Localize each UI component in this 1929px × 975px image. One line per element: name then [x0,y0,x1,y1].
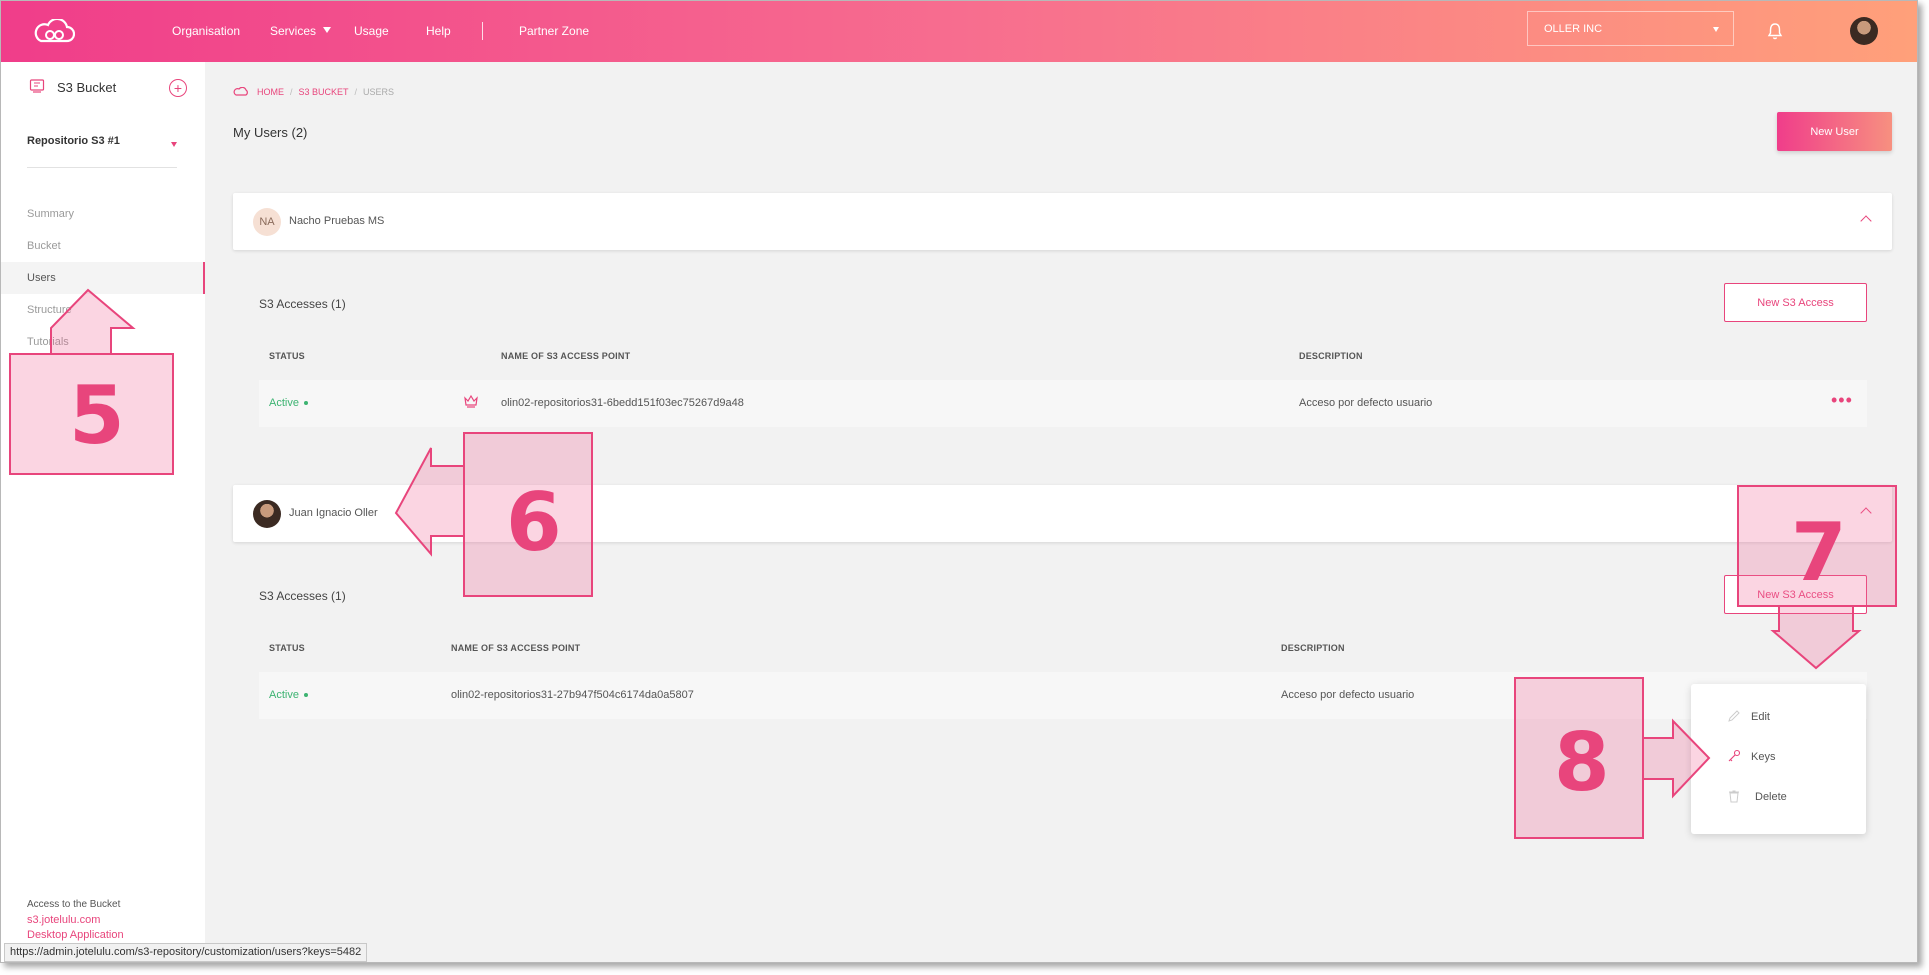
browser-status-url: https://admin.jotelulu.com/s3-repository… [4,943,368,962]
sidebar-title: S3 Bucket [57,80,117,95]
column-header-description: DESCRIPTION [1299,351,1363,361]
user-initials-avatar: NA [253,208,281,236]
repository-select[interactable]: Repositorio S3 #1 [27,135,120,147]
sidebar-item-users[interactable]: Users [27,272,56,284]
services-chevron-down-icon[interactable] [323,27,331,33]
breadcrumb-s3-bucket[interactable]: S3 BUCKET [299,87,349,97]
column-header-name: NAME OF S3 ACCESS POINT [501,351,631,361]
status-active: Active [269,689,308,701]
edit-icon [1728,710,1740,722]
access-description: Acceso por defecto usuario [1299,397,1433,409]
cloud-logo-icon[interactable] [31,19,75,45]
callout-number-7: 7 [1791,506,1847,599]
access-point-name: olin02-repositorios31-6bedd151f03ec75267… [501,397,744,409]
add-icon[interactable]: + [169,79,187,97]
column-header-status: STATUS [269,351,305,361]
breadcrumb-home[interactable]: HOME [257,87,284,97]
user-card[interactable]: Juan Ignacio Oller [233,485,1892,542]
nav-organisation[interactable]: Organisation [172,24,240,38]
app-window: Organisation Services Usage Help Partner… [0,0,1918,963]
callout-number-8: 8 [1554,716,1610,809]
user-name: Nacho Pruebas MS [289,215,385,227]
table-row[interactable]: Active olin02-repositorios31-27b947f504c… [259,672,1867,719]
new-user-button[interactable]: New User [1777,112,1892,151]
key-icon [1728,749,1741,762]
table-row[interactable]: Active olin02-repositorios31-6bedd151f03… [259,380,1867,427]
nav-help[interactable]: Help [426,24,451,38]
sidebar-item-structure[interactable]: Structure [27,304,72,316]
chevron-up-icon[interactable] [1860,215,1872,227]
more-options-icon[interactable]: ••• [1831,391,1853,409]
top-navigation-bar: Organisation Services Usage Help Partner… [1,1,1917,62]
nav-partner-zone[interactable]: Partner Zone [519,24,589,38]
chevron-up-icon[interactable] [1860,507,1872,519]
column-header-description: DESCRIPTION [1281,643,1345,653]
organisation-select-value: OLLER INC [1544,23,1603,35]
desktop-app-link[interactable]: Desktop Application [27,929,124,941]
bucket-access-label: Access to the Bucket [27,899,121,910]
callout-number-5: 5 [69,369,125,462]
divider [27,167,177,168]
menu-item-delete[interactable]: Delete [1755,791,1787,803]
home-cloud-icon[interactable] [233,87,249,96]
repository-chevron-down-icon[interactable] [171,142,177,147]
column-header-name: NAME OF S3 ACCESS POINT [451,643,581,653]
nav-services[interactable]: Services [270,24,316,38]
column-header-status: STATUS [269,643,305,653]
actions-dropdown-menu: Edit Keys Delete [1691,684,1866,834]
web-access-link[interactable]: s3.jotelulu.com [27,914,100,926]
callout-number-6: 6 [506,476,562,569]
new-s3-access-button[interactable]: New S3 Access [1724,283,1867,322]
trash-icon [1729,790,1739,803]
sidebar: S3 Bucket + Repositorio S3 #1 Summary Bu… [1,62,205,962]
menu-item-keys[interactable]: Keys [1751,751,1775,763]
user-avatar [253,500,281,528]
user-card[interactable]: NA Nacho Pruebas MS [233,193,1892,250]
s3-accesses-title: S3 Accesses (1) [259,297,346,311]
organisation-select[interactable]: OLLER INC [1527,11,1734,46]
crown-icon [464,394,478,408]
bell-icon[interactable] [1767,22,1783,40]
access-point-name: olin02-repositorios31-27b947f504c6174da0… [451,689,694,701]
chevron-down-icon [1713,27,1719,32]
user-avatar[interactable] [1850,17,1878,45]
access-description: Acceso por defecto usuario [1281,689,1415,701]
sidebar-item-tutorials[interactable]: Tutorials [27,336,69,348]
breadcrumb: HOME / S3 BUCKET / USERS [257,87,395,97]
bucket-icon [29,79,45,93]
nav-usage[interactable]: Usage [354,24,389,38]
sidebar-item-bucket[interactable]: Bucket [27,240,61,252]
nav-divider [482,22,483,40]
s3-accesses-title: S3 Accesses (1) [259,589,346,603]
user-name: Juan Ignacio Oller [289,507,378,519]
menu-item-edit[interactable]: Edit [1751,711,1770,723]
breadcrumb-current: USERS [363,87,395,97]
sidebar-active-indicator [203,262,205,294]
page-title: My Users (2) [233,125,308,140]
annotation-overlay [9,288,1897,839]
sidebar-item-summary[interactable]: Summary [27,208,74,220]
status-active: Active [269,397,308,409]
